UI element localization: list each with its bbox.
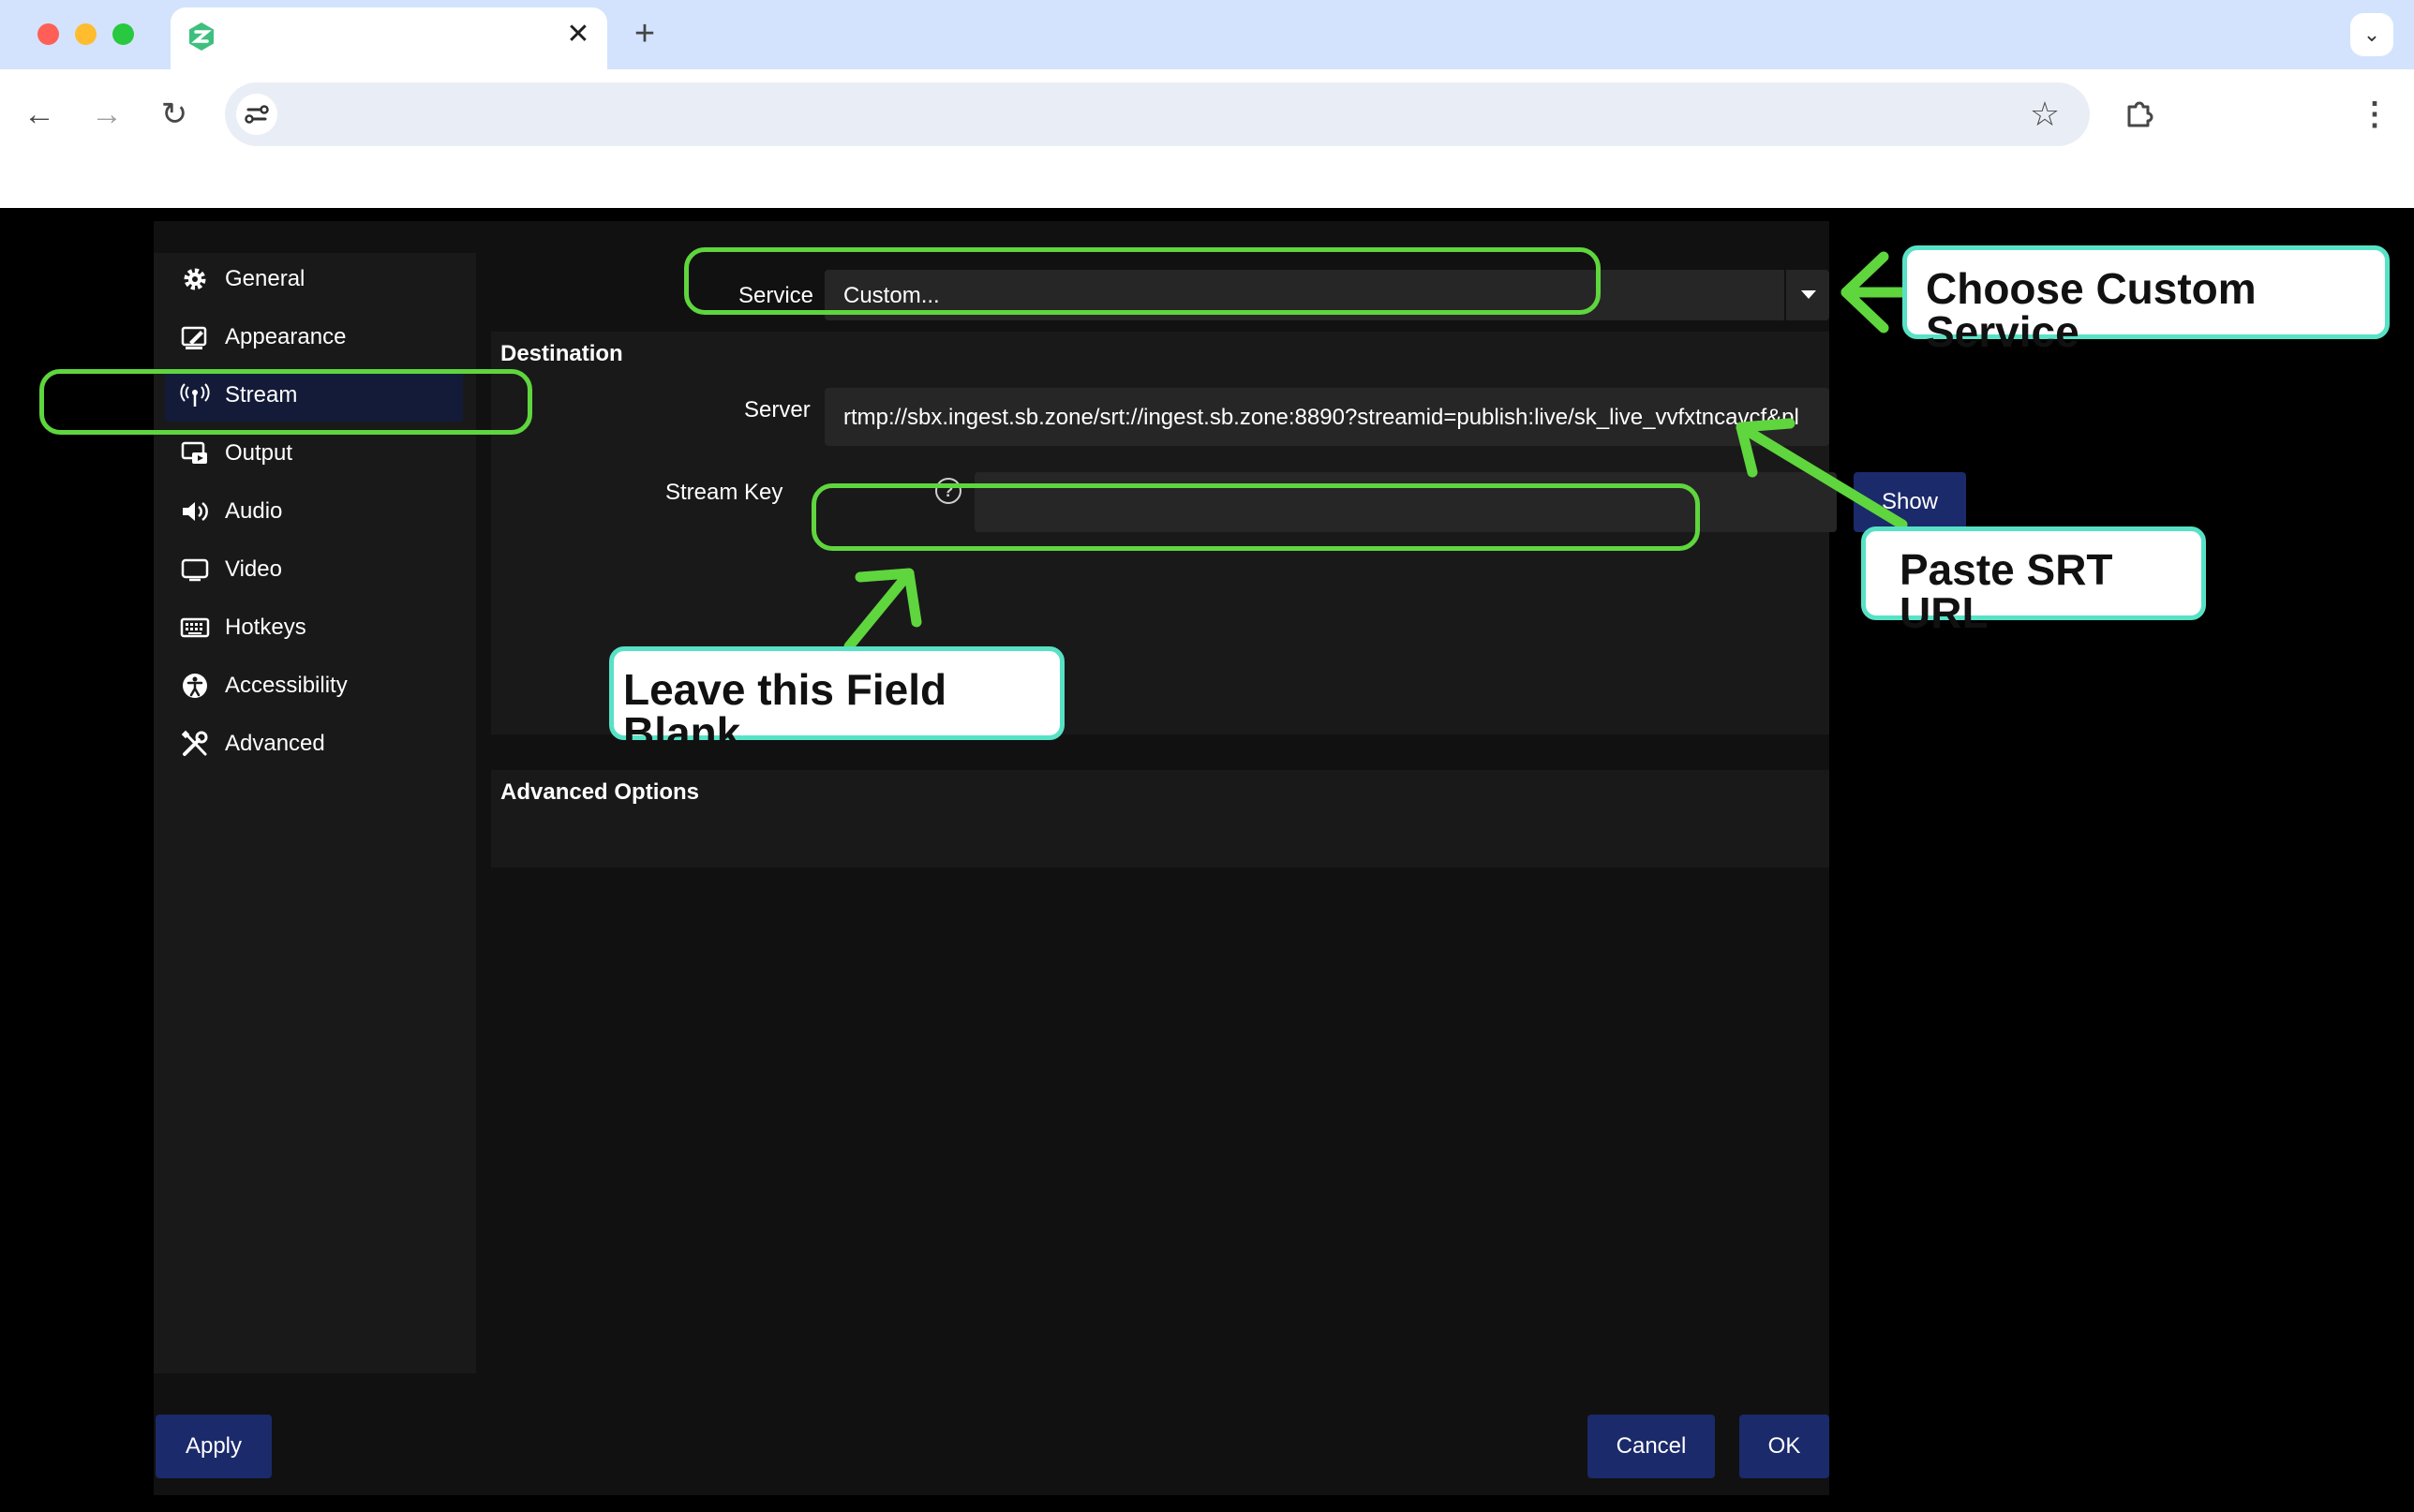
paste-url-callout: Paste SRT URL — [1861, 526, 2206, 634]
choose-service-callout: Choose Custom Service — [1902, 245, 2390, 353]
leave-blank-callout: Leave this Field Blank — [609, 646, 1065, 754]
annotation-arrows — [843, 251, 1912, 652]
